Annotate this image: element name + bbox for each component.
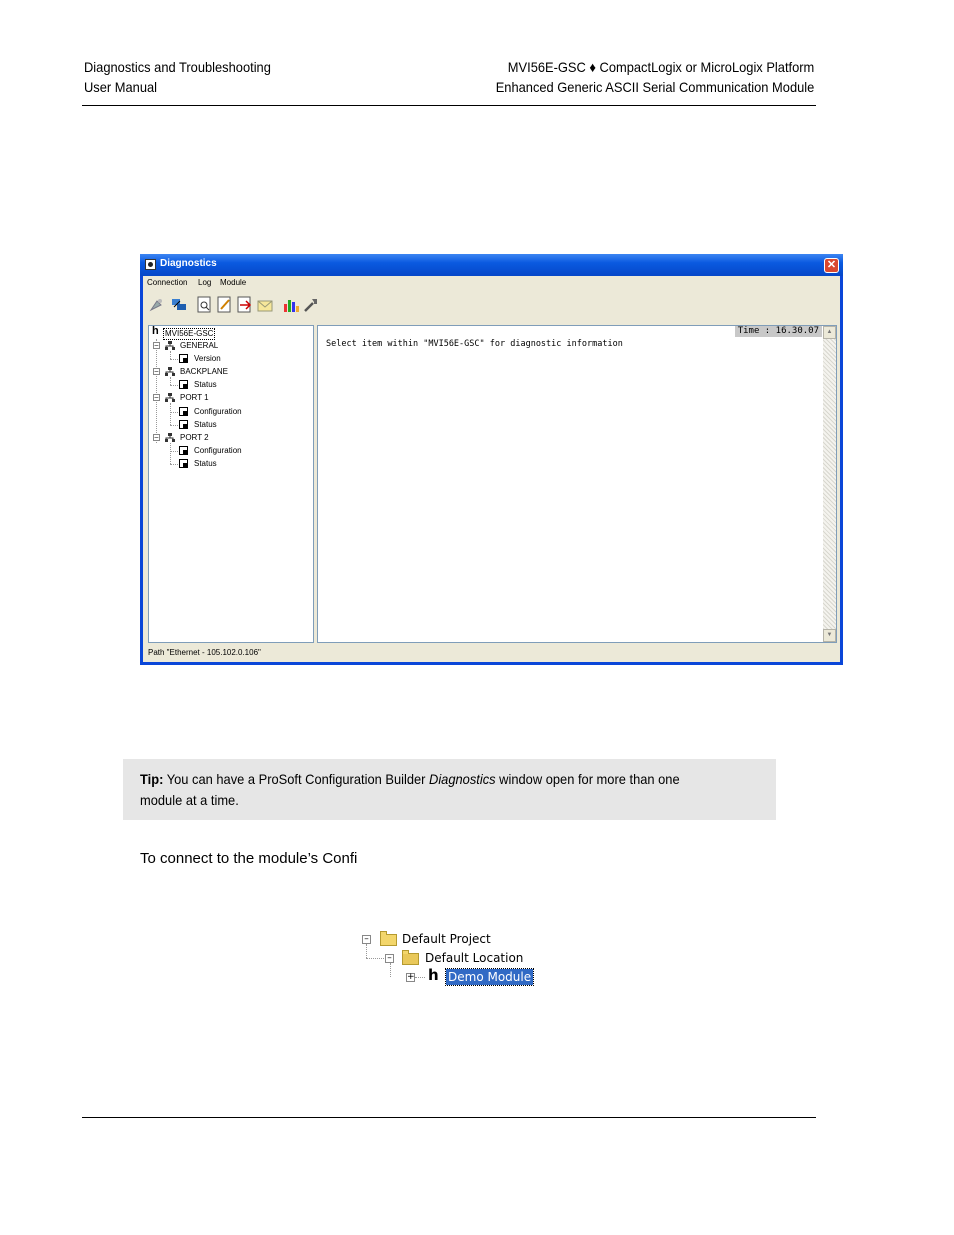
scroll-down-icon[interactable]: ▼ <box>823 629 836 642</box>
tree-item-version[interactable]: Version <box>194 354 221 364</box>
network-icon <box>165 393 175 402</box>
tree-item-port2-configuration[interactable]: Configuration <box>194 446 242 456</box>
folder-icon <box>380 931 397 946</box>
toolbar <box>148 294 348 318</box>
diagnostics-window: Diagnostics ✕ Connection Log Module h MV… <box>140 254 843 665</box>
vertical-scrollbar[interactable]: ▲ ▼ <box>823 326 836 642</box>
tree-item-port2-status[interactable]: Status <box>194 459 217 469</box>
location-folder-icon <box>402 950 419 965</box>
project-tree: – Default Project – Default Location + h… <box>360 928 540 988</box>
demo-module-node[interactable]: Demo Module <box>444 968 535 986</box>
product-title: MVI56E-GSC ♦ CompactLogix or MicroLogix … <box>507 59 814 75</box>
menu-bar: Connection Log Module <box>143 276 840 290</box>
zoom-icon[interactable] <box>196 296 214 314</box>
tree-line <box>170 377 171 385</box>
collapse-icon[interactable]: – <box>153 434 160 441</box>
product-subtitle: Enhanced Generic ASCII Serial Communicat… <box>495 79 814 95</box>
transfer-icon[interactable] <box>236 296 254 314</box>
scroll-up-icon[interactable]: ▲ <box>823 326 836 339</box>
body-paragraph: To connect to the module’s Confi <box>140 850 358 867</box>
section-title: Diagnostics and Troubleshooting <box>84 59 271 75</box>
collapse-icon[interactable]: – <box>153 394 160 401</box>
tree-root-label: MVI56E-GSC <box>162 328 216 340</box>
menu-module[interactable]: Module <box>220 278 246 287</box>
page-icon <box>179 354 188 363</box>
manual-title: User Manual <box>84 79 158 95</box>
tree-line <box>170 412 178 413</box>
page-icon <box>179 380 188 389</box>
tree-item-port1-configuration[interactable]: Configuration <box>194 407 242 417</box>
collapse-icon[interactable]: – <box>385 954 394 963</box>
header-left: Diagnostics and Troubleshooting User Man… <box>84 57 271 97</box>
status-bar-path: Path "Ethernet - 105.102.0.106" <box>148 648 261 657</box>
app-icon <box>145 259 156 270</box>
menu-connection[interactable]: Connection <box>147 278 187 287</box>
tree-line <box>170 464 178 465</box>
tree-line <box>170 385 178 386</box>
connect-icon[interactable] <box>148 296 166 314</box>
bar-chart-icon[interactable] <box>282 296 300 314</box>
tip-box: Tip: You can have a ProSoft Configuratio… <box>123 759 776 820</box>
tree-item-port1[interactable]: PORT 1 <box>180 393 209 403</box>
tip-text-part: You can have a ProSoft Configuration Bui… <box>163 771 430 787</box>
tree-line <box>170 351 171 359</box>
page-icon <box>179 420 188 429</box>
collapse-icon[interactable]: – <box>362 935 371 944</box>
module-icon: h <box>152 325 159 337</box>
tree-line <box>390 963 391 977</box>
page-icon <box>179 407 188 416</box>
header-rule <box>82 105 816 106</box>
network-icon <box>165 367 175 376</box>
module-icon: h <box>428 966 439 984</box>
disconnect-icon[interactable] <box>170 296 188 314</box>
tree-item-status[interactable]: Status <box>194 380 217 390</box>
time-display: Time : 16.30.07 <box>734 326 822 337</box>
tree-line <box>170 359 178 360</box>
module-tree: h MVI56E-GSC – GENERAL Version – BACKPLA… <box>148 325 314 643</box>
title-bar[interactable]: Diagnostics ✕ <box>140 254 843 276</box>
tip-text: Tip: You can have a ProSoft Configuratio… <box>140 769 710 811</box>
tree-line <box>170 443 171 464</box>
expand-icon[interactable]: + <box>406 973 415 982</box>
tree-line <box>170 451 178 452</box>
network-icon <box>165 341 175 350</box>
diagnostic-message: Select item within "MVI56E-GSC" for diag… <box>326 339 623 349</box>
tree-item-backplane[interactable]: BACKPLANE <box>180 367 228 377</box>
diagnostic-output: Time : 16.30.07 Select item within "MVI5… <box>317 325 837 643</box>
mail-icon[interactable] <box>256 296 274 314</box>
tip-label: Tip: <box>140 771 164 787</box>
window-client: Connection Log Module h MVI56E-GSC – GEN… <box>143 276 840 662</box>
tools-icon[interactable] <box>302 296 320 314</box>
network-icon <box>165 433 175 442</box>
tree-item-general[interactable]: GENERAL <box>180 341 218 351</box>
menu-log[interactable]: Log <box>198 278 211 287</box>
header-right: MVI56E-GSC ♦ CompactLogix or MicroLogix … <box>495 57 814 97</box>
edit-icon[interactable] <box>216 296 234 314</box>
tip-italic: Diagnostics <box>429 771 496 787</box>
tree-line <box>156 339 157 443</box>
project-node[interactable]: Default Project <box>402 931 491 947</box>
tree-line <box>366 944 367 958</box>
tree-line <box>170 403 171 425</box>
tree-item-port1-status[interactable]: Status <box>194 420 217 430</box>
tree-item-port2[interactable]: PORT 2 <box>180 433 209 443</box>
collapse-icon[interactable]: – <box>153 342 160 349</box>
window-title: Diagnostics <box>160 258 217 269</box>
location-node[interactable]: Default Location <box>425 950 523 966</box>
page-icon <box>179 459 188 468</box>
footer-rule <box>82 1117 816 1118</box>
close-button[interactable]: ✕ <box>824 258 839 273</box>
tree-line <box>366 958 384 959</box>
collapse-icon[interactable]: – <box>153 368 160 375</box>
tree-line <box>415 977 425 978</box>
tree-line <box>170 425 178 426</box>
page-icon <box>179 446 188 455</box>
